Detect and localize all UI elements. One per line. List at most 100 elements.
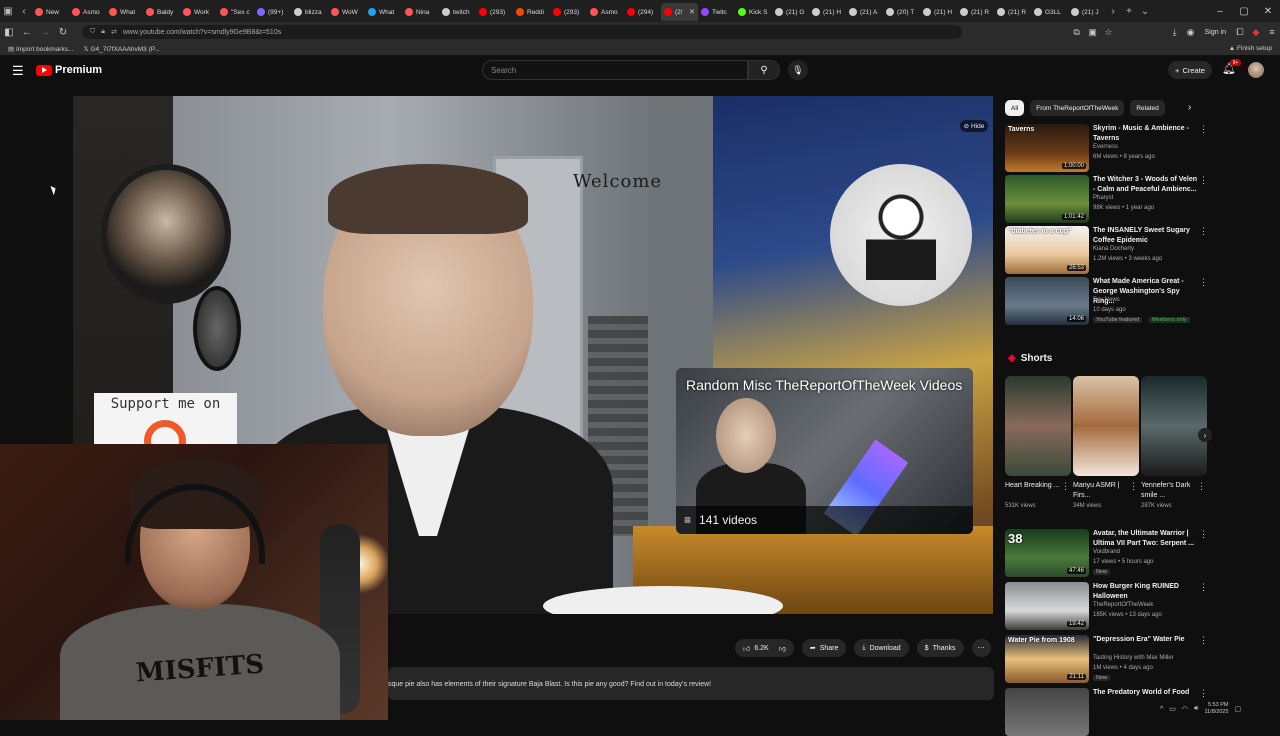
hide-button[interactable]: ⊘ Hide: [960, 120, 988, 132]
rec-channel[interactable]: Voidbrand: [1093, 549, 1120, 555]
like-button[interactable]: 👍︎ 6.2K 👎︎: [735, 639, 794, 657]
volume-icon[interactable]: 🔊︎: [1194, 705, 1198, 713]
rec-thumbnail[interactable]: 19:42: [1005, 582, 1089, 630]
short-title[interactable]: Heart Breaking ...: [1005, 481, 1063, 491]
short-thumbnail[interactable]: [1073, 376, 1139, 476]
browser-tab[interactable]: (20) T: [883, 3, 920, 21]
tab-sidebar-icon[interactable]: ▣: [0, 0, 16, 22]
browser-tab[interactable]: twitch: [439, 3, 476, 21]
create-button[interactable]: + Create: [1168, 61, 1212, 79]
recommendation-item[interactable]: 1:01:42 The Witcher 3 - Woods of Velen - …: [1005, 175, 1210, 223]
pip-icon[interactable]: ⧉: [1069, 27, 1085, 38]
rec-more-icon[interactable]: ⋮: [1199, 226, 1208, 237]
finish-setup-link[interactable]: ▲ Finish setup: [1229, 45, 1272, 52]
recommendation-item[interactable]: 14:06 What Made America Great - George Wa…: [1005, 277, 1210, 325]
playlist-endcard[interactable]: Random Misc TheReportOfTheWeek Videos ≡ …: [676, 368, 973, 534]
more-actions-button[interactable]: ⋯: [971, 639, 991, 657]
browser-tab[interactable]: (21) A: [846, 3, 883, 21]
browser-tab[interactable]: Nina: [402, 3, 439, 21]
rec-title[interactable]: The INSANELY Sweet Sugary Coffee Epidemi…: [1093, 226, 1201, 246]
browser-tab[interactable]: Work: [180, 3, 217, 21]
rec-thumbnail[interactable]: Taverns 1:00:00: [1005, 124, 1089, 172]
rec-thumbnail[interactable]: [1005, 688, 1089, 736]
browser-tab[interactable]: (21) H: [920, 3, 957, 21]
browser-tab[interactable]: (293): [550, 3, 587, 21]
short-thumbnail[interactable]: [1141, 376, 1207, 476]
browser-tab[interactable]: (293): [476, 3, 513, 21]
rec-more-icon[interactable]: ⋮: [1199, 124, 1208, 135]
rec-channel[interactable]: Everness: [1093, 144, 1118, 150]
browser-tab[interactable]: (99+): [254, 3, 291, 21]
rec-title[interactable]: "Depression Era" Water Pie: [1093, 635, 1201, 645]
profile-icon[interactable]: ◆: [1248, 27, 1264, 38]
wifi-icon[interactable]: ◠: [1182, 705, 1188, 713]
bookmark-star-icon[interactable]: ☆: [1101, 27, 1117, 38]
short-more-icon[interactable]: ⋮: [1197, 481, 1206, 492]
browser-tab[interactable]: (294): [624, 3, 661, 21]
description-box[interactable]: sque pie also has elements of their sign…: [388, 667, 994, 700]
browser-tab[interactable]: G3LL: [1031, 3, 1068, 21]
recommendation-item[interactable]: Water Pie from 1908 21:11 "Depression Era"…: [1005, 635, 1210, 683]
browser-tab[interactable]: Reddi: [513, 3, 550, 21]
sidebar-toggle-icon[interactable]: ◧: [0, 27, 18, 38]
close-window-button[interactable]: ✕: [1256, 6, 1280, 17]
chip-all[interactable]: All: [1005, 100, 1025, 116]
notification-center-icon[interactable]: ▢: [1235, 705, 1242, 713]
short-more-icon[interactable]: ⋮: [1061, 481, 1070, 492]
screenshot-icon[interactable]: ▣: [1085, 27, 1101, 38]
url-field[interactable]: ⛉ 🔒︎ ⇄ www.youtube.com/watch?v=smdly9Ge9…: [82, 25, 962, 39]
thumbs-down-icon[interactable]: 👎︎: [779, 644, 786, 653]
browser-tab[interactable]: Asmo: [69, 3, 106, 21]
recommendation-item[interactable]: Taverns 1:00:00 Skyrim - Music & Ambience …: [1005, 124, 1210, 172]
site-settings-icon[interactable]: ⇄: [111, 28, 117, 36]
browser-tab[interactable]: (21) R: [994, 3, 1031, 21]
close-tab-icon[interactable]: ✕: [689, 8, 695, 16]
tab-list-chevron-icon[interactable]: ⌄: [1137, 0, 1153, 22]
rec-more-icon[interactable]: ⋮: [1199, 529, 1208, 540]
rec-title[interactable]: The Predatory World of Food: [1093, 688, 1201, 698]
thanks-button[interactable]: $ Thanks: [916, 639, 964, 657]
rec-title[interactable]: Skyrim - Music & Ambience - Taverns: [1093, 124, 1201, 144]
browser-tab[interactable]: New: [32, 3, 69, 21]
browser-tab[interactable]: (21) J: [1068, 3, 1105, 21]
short-more-icon[interactable]: ⋮: [1129, 481, 1138, 492]
rec-thumbnail[interactable]: "diabetes in a cup" 26:53: [1005, 226, 1089, 274]
rec-more-icon[interactable]: ⋮: [1199, 277, 1208, 288]
tray-chevron-icon[interactable]: ^: [1160, 706, 1163, 713]
clock[interactable]: 5:53 PM 11/8/2025: [1204, 702, 1228, 716]
rec-more-icon[interactable]: ⋮: [1199, 635, 1208, 646]
shorts-next-icon[interactable]: ›: [1198, 428, 1212, 442]
youtube-logo[interactable]: Premium: [36, 64, 102, 76]
browser-tab[interactable]: WoW: [328, 3, 365, 21]
rec-channel[interactable]: Pharyst: [1093, 195, 1113, 201]
short-title[interactable]: Manyu ASMR | Firs...: [1073, 481, 1131, 501]
browser-tab[interactable]: Kick S: [735, 3, 772, 21]
rec-channel[interactable]: Kiana Docherty: [1093, 246, 1134, 252]
forward-button[interactable]: →: [36, 27, 54, 38]
search-button[interactable]: ⚲: [748, 60, 780, 80]
rec-thumbnail[interactable]: 38 47:46: [1005, 529, 1089, 577]
short-title[interactable]: Yennefer's Dark smile ...: [1141, 481, 1199, 501]
rec-more-icon[interactable]: ⋮: [1199, 582, 1208, 593]
rec-more-icon[interactable]: ⋮: [1199, 175, 1208, 186]
chip-related[interactable]: Related: [1130, 100, 1165, 116]
download-icon[interactable]: ⤓: [1167, 27, 1183, 38]
short-thumbnail[interactable]: [1005, 376, 1071, 476]
browser-tab[interactable]: Twitc: [698, 3, 735, 21]
voice-search-button[interactable]: 🎙︎: [788, 60, 808, 80]
rec-thumbnail[interactable]: Water Pie from 1908 21:11: [1005, 635, 1089, 683]
rec-thumbnail[interactable]: 14:06: [1005, 277, 1089, 325]
chip-from-channel[interactable]: From TheReportOfTheWeek: [1030, 100, 1125, 116]
extensions-icon[interactable]: ⧠: [1232, 27, 1248, 38]
browser-tab[interactable]: (21) H: [809, 3, 846, 21]
rec-title[interactable]: How Burger King RUINED Halloween: [1093, 582, 1201, 602]
avatar[interactable]: [1248, 62, 1264, 78]
tab-scroll-right-icon[interactable]: ›: [1105, 0, 1121, 22]
shield-icon[interactable]: ⛉: [90, 28, 95, 36]
search-input[interactable]: Search: [482, 60, 748, 80]
rec-channel[interactable]: TheReportOfTheWeek: [1093, 602, 1153, 608]
browser-tab[interactable]: What: [365, 3, 402, 21]
tab-scroll-left-icon[interactable]: ‹: [16, 0, 32, 22]
browser-tab[interactable]: (21) G: [772, 3, 809, 21]
browser-tab[interactable]: (21) R: [957, 3, 994, 21]
